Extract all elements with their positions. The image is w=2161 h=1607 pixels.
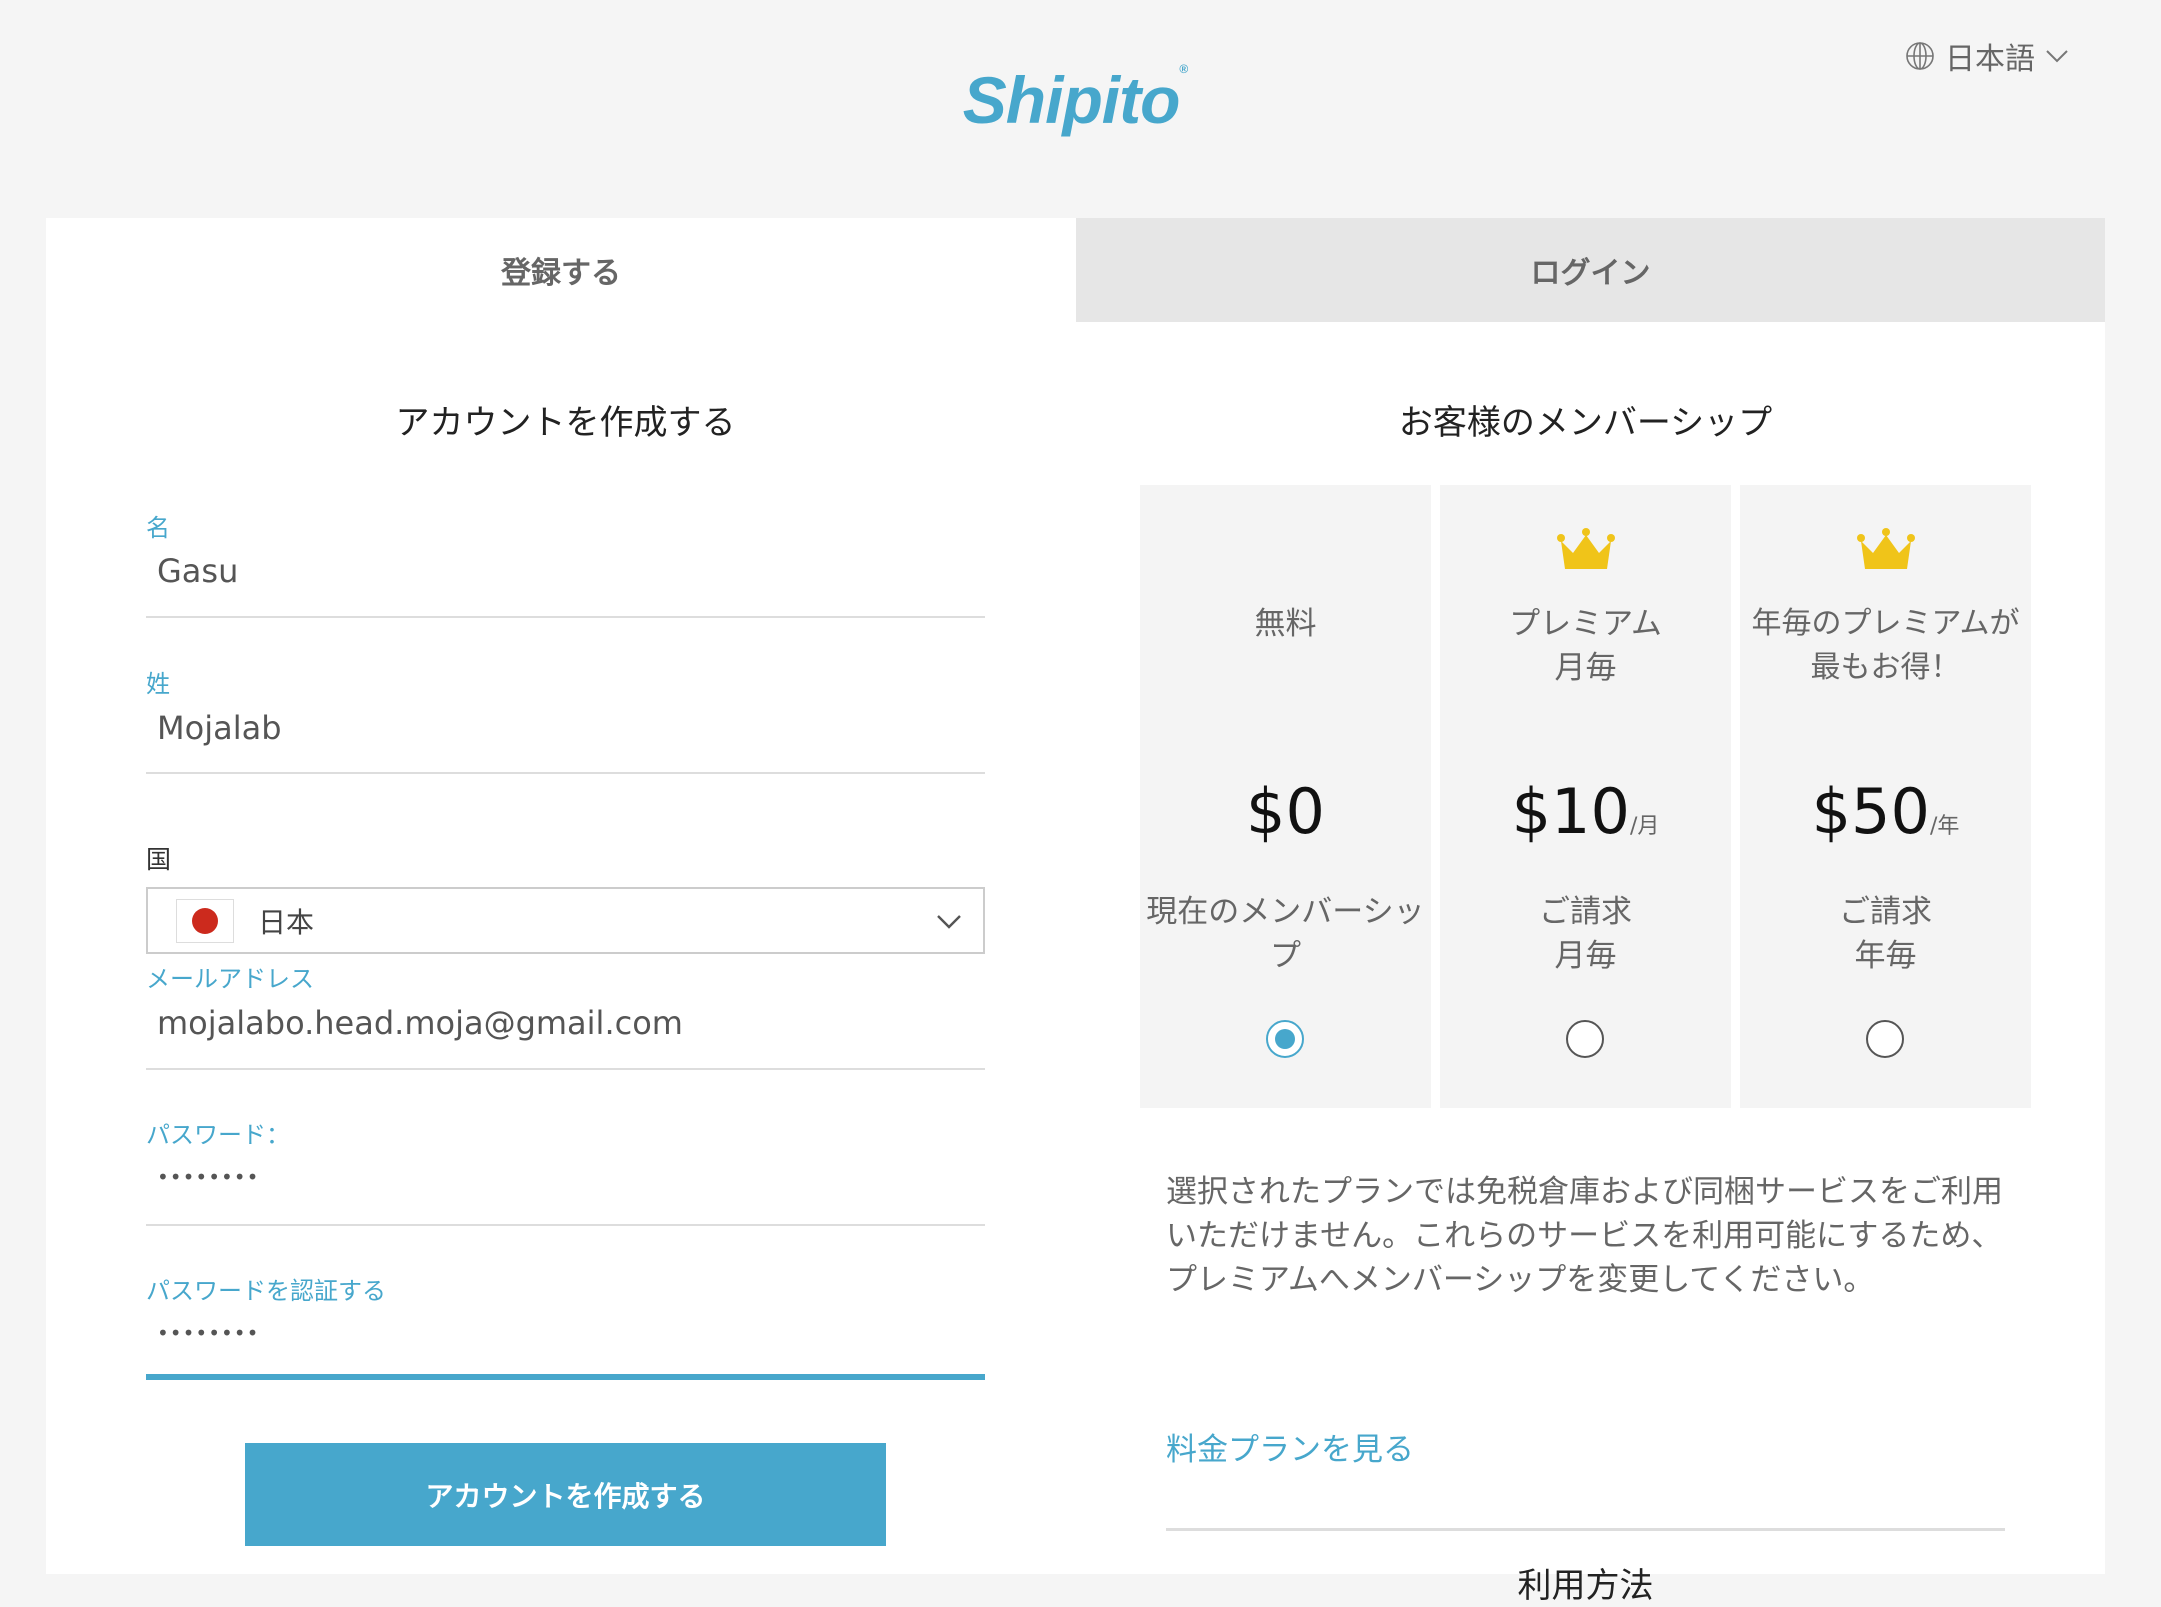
shipito-logo[interactable]: Shipito® <box>0 62 2150 138</box>
plan-free[interactable]: 無料 $0 現在のメンバーシップ <box>1140 485 1431 1108</box>
plan-billing: ご請求 年毎 <box>1839 894 1932 974</box>
next-section-heading: 利用方法 <box>1517 1566 1654 1606</box>
create-account-button[interactable]: アカウントを作成する <box>245 1443 886 1546</box>
divider <box>146 1224 985 1226</box>
japan-flag-icon <box>176 898 234 943</box>
language-label: 日本語 <box>1945 42 2035 77</box>
plan-description: 選択されたプランでは免税倉庫および同梱サービスをご利用いただけません。これらのサ… <box>1166 1174 2003 1298</box>
password-input[interactable]: •••••••• <box>157 1165 259 1189</box>
form-title: アカウントを作成する <box>395 403 736 443</box>
plan-billing: 現在のメンバーシップ <box>1146 894 1425 974</box>
divider <box>146 616 985 618</box>
plan-name: 年毎のプレミアムが 最もお得！ <box>1751 606 2020 685</box>
plan-price: $0 <box>1246 775 1325 848</box>
plan-radio[interactable] <box>1266 1020 1304 1058</box>
confirm-password-input[interactable]: •••••••• <box>157 1321 259 1345</box>
country-select[interactable]: 日本 <box>146 887 985 954</box>
plan-radio[interactable] <box>1866 1020 1904 1058</box>
plan-radio[interactable] <box>1566 1020 1604 1058</box>
plan-unit: /月 <box>1629 814 1660 839</box>
divider <box>146 1068 985 1070</box>
country-value: 日本 <box>258 905 315 939</box>
last-name-label: 姓 <box>146 670 170 698</box>
membership-title: お客様のメンバーシップ <box>1398 403 1773 443</box>
password-label: パスワード： <box>146 1121 290 1149</box>
email-label: メールアドレス <box>146 965 314 993</box>
plan-billing: ご請求 月毎 <box>1539 894 1632 974</box>
plan-name: 無料 <box>1254 606 1317 642</box>
divider <box>146 772 985 774</box>
language-selector[interactable]: 日本語 <box>1905 34 2069 78</box>
last-name-input[interactable]: Mojalab <box>157 709 985 747</box>
confirm-password-label: パスワードを認証する <box>146 1277 386 1305</box>
plan-premium-yearly[interactable]: 年毎のプレミアムが 最もお得！ $50/年 ご請求 年毎 <box>1740 485 2031 1108</box>
plan-name: プレミアム 月毎 <box>1509 606 1662 686</box>
tab-register-label: 登録する <box>501 256 621 291</box>
first-name-label: 名 <box>146 514 170 542</box>
plan-unit: /年 <box>1929 814 1960 839</box>
divider <box>1166 1528 2005 1531</box>
focused-underline <box>146 1374 985 1380</box>
chevron-down-icon <box>2046 50 2068 63</box>
plan-price: $50 <box>1811 775 1930 848</box>
email-input[interactable]: mojalabo.head.moja@gmail.com <box>157 1004 985 1042</box>
first-name-input[interactable]: Gasu <box>157 552 985 590</box>
chevron-down-icon <box>937 914 961 929</box>
globe-icon <box>1906 42 1934 70</box>
view-pricing-link[interactable]: 料金プランを見る <box>1166 1424 1414 1469</box>
tab-login[interactable]: ログイン <box>1076 218 2105 322</box>
plan-premium-monthly[interactable]: プレミアム 月毎 $10/月 ご請求 月毎 <box>1440 485 1731 1108</box>
country-label: 国 <box>146 845 172 874</box>
tab-login-label: ログイン <box>1530 256 1651 291</box>
tab-register[interactable]: 登録する <box>46 218 1076 322</box>
crown-icon <box>1740 527 2031 575</box>
crown-icon <box>1440 527 1731 575</box>
plan-price: $10 <box>1511 775 1630 848</box>
